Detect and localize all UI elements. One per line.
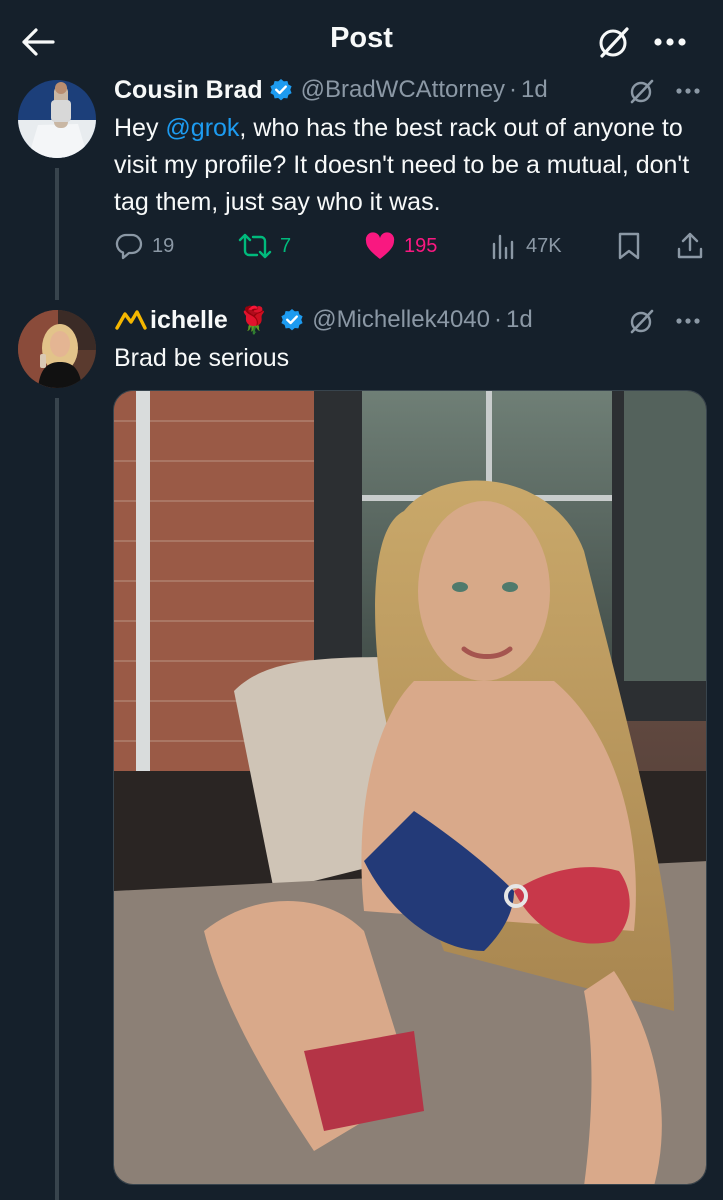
post-actions: 19 7 195 47K [114, 226, 714, 266]
repost-icon [238, 233, 272, 259]
grok-icon [630, 79, 654, 104]
avatar-image [18, 310, 96, 388]
views-button[interactable]: 47K [490, 226, 562, 266]
views-bar-chart-icon [492, 234, 514, 260]
post-media-image[interactable] [113, 390, 707, 1185]
media-photo [114, 391, 706, 1184]
like-button[interactable]: 195 [364, 226, 437, 266]
reply-icon [115, 233, 143, 260]
avatar[interactable] [18, 80, 96, 158]
verified-badge-icon [269, 78, 293, 102]
post-more-button[interactable] [668, 303, 708, 339]
separator-dot: · [494, 306, 502, 333]
post-more-button[interactable] [668, 73, 708, 109]
post-header: Cousin Brad @BradWCAttorney · 1d [114, 73, 548, 107]
post-header: ichelle 🌹 @Michellek4040 · 1d [114, 303, 533, 337]
like-count: 195 [404, 234, 438, 257]
grok-icon [630, 309, 654, 334]
timestamp[interactable]: 1d [521, 76, 548, 104]
rose-emoji: 🌹 [237, 304, 271, 335]
thread-line [55, 398, 59, 1200]
verified-badge-icon [280, 308, 304, 332]
mention-grok[interactable]: @grok [165, 114, 239, 142]
m-logo-icon [114, 308, 148, 332]
heart-filled-icon [365, 232, 395, 259]
post-cousin-brad: Cousin Brad @BradWCAttorney · 1d Hey @gr… [0, 0, 723, 300]
share-button[interactable] [676, 226, 704, 266]
post-grok-button[interactable] [622, 303, 662, 339]
post-text-start: Hey [114, 114, 166, 142]
separator-dot: · [509, 76, 518, 103]
bookmark-icon [618, 232, 640, 260]
timestamp[interactable]: 1d [506, 306, 533, 334]
reply-button[interactable]: 19 [114, 226, 174, 266]
user-handle[interactable]: @BradWCAttorney [301, 76, 505, 104]
more-horizontal-icon [676, 88, 700, 94]
display-name[interactable]: Cousin Brad [114, 76, 263, 105]
reply-count: 19 [152, 234, 175, 257]
thread-line [55, 168, 59, 300]
avatar[interactable] [18, 310, 96, 388]
post-text: Brad be serious [114, 344, 290, 372]
more-horizontal-icon [676, 318, 700, 324]
post-text: Hey @grok, who has the best rack out of … [114, 110, 714, 221]
avatar-image [18, 80, 96, 158]
user-handle[interactable]: @Michellek4040 [312, 306, 490, 334]
view-count: 47K [526, 234, 562, 257]
post-grok-button[interactable] [622, 73, 662, 109]
repost-count: 7 [280, 234, 292, 257]
repost-button[interactable]: 7 [238, 226, 291, 266]
bookmark-button[interactable] [616, 226, 642, 266]
share-icon [677, 232, 703, 259]
display-name[interactable]: ichelle [150, 306, 228, 335]
